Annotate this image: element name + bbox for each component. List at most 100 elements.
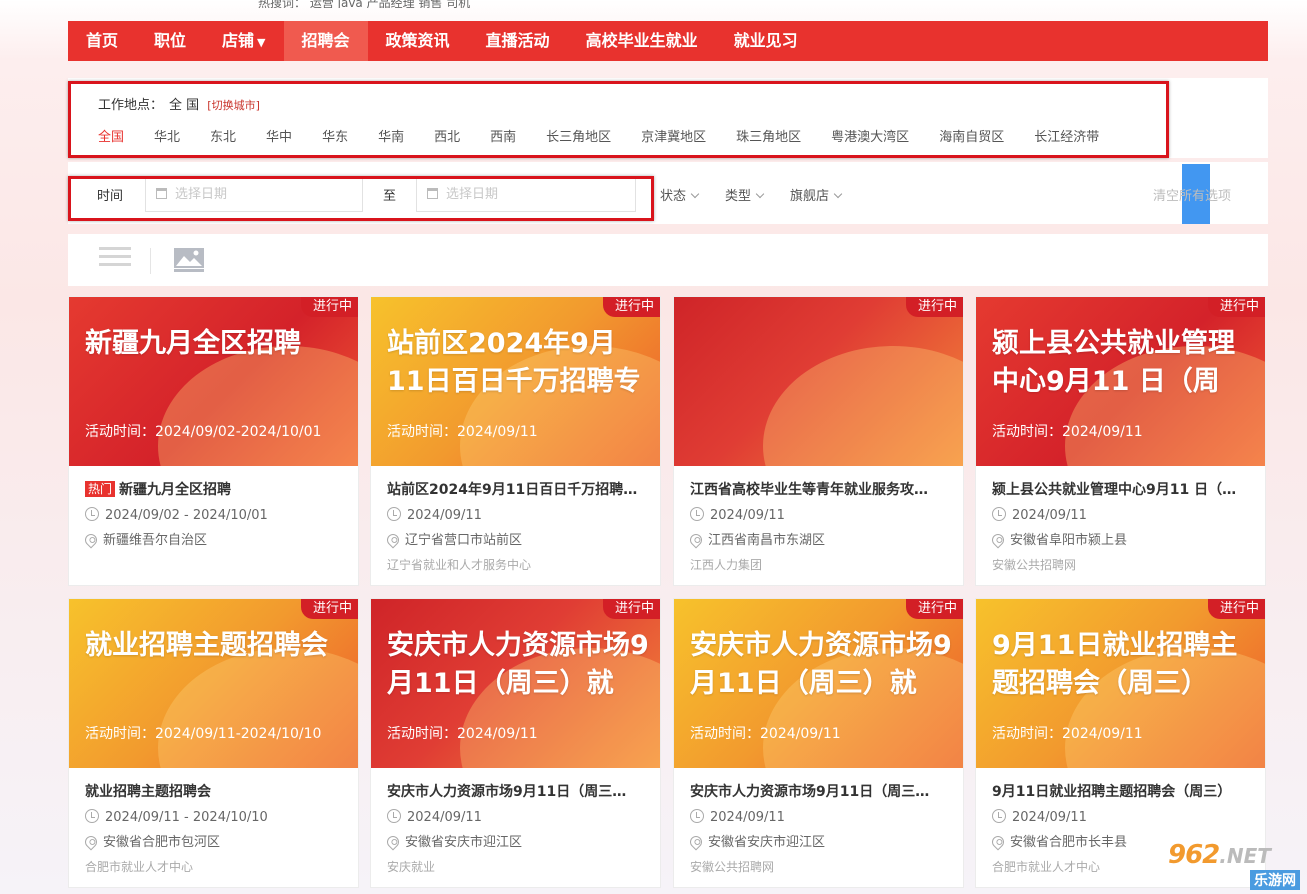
region-item[interactable]: 全国: [98, 126, 124, 145]
card-location-row: 安徽省安庆市迎江区: [687, 833, 947, 852]
region-item[interactable]: 华北: [154, 126, 180, 145]
region-item[interactable]: 华中: [266, 126, 292, 145]
image-view-icon[interactable]: [173, 247, 205, 273]
card-body: 江西省高校毕业生等青年就业服务攻… 2024/09/11 江西省南昌市东湖区 江西人力…: [674, 466, 963, 574]
banner-decoration: [158, 346, 358, 466]
job-fair-card[interactable]: 就业招聘主题招聘会 活动时间：2024/09/11-2024/10/10 进行中 就业…: [68, 598, 359, 888]
nav-item-4[interactable]: 政策资讯: [368, 21, 468, 61]
card-organizer: 安庆就业: [387, 860, 436, 874]
card-location-row: 安徽省阜阳市颍上县: [989, 531, 1249, 550]
region-item[interactable]: 京津冀地区: [641, 126, 706, 145]
region-item[interactable]: 长三角地区: [546, 126, 611, 145]
type-dropdown-label: 类型: [725, 189, 752, 204]
location-pin-icon: [989, 833, 1007, 851]
card-banner: 安庆市人力资源市场9月11日（周三）就 活动时间：2024/09/11 进行中: [674, 599, 963, 768]
calendar-icon: [156, 188, 167, 199]
card-location: 新疆维吾尔自治区: [103, 533, 208, 548]
card-banner: 9月11日就业招聘主题招聘会（周三） 活动时间：2024/09/11 进行中: [976, 599, 1265, 768]
region-item[interactable]: 东北: [210, 126, 236, 145]
region-item[interactable]: 西南: [490, 126, 516, 145]
card-title: 热门 新疆九月全区招聘: [85, 480, 342, 500]
nav-item-7[interactable]: 就业见习: [716, 21, 816, 61]
calendar-icon: [427, 188, 438, 199]
job-fair-card[interactable]: 进行中 江西省高校毕业生等青年就业服务攻… 2024/09/11 江西省南昌市东湖区江…: [673, 296, 964, 586]
caret-down-icon: ▼: [257, 36, 266, 49]
location-pin-icon: [384, 531, 402, 549]
start-date-input[interactable]: 选择日期: [145, 178, 363, 212]
nav-item-0[interactable]: 首页: [68, 21, 136, 61]
card-title-text: 9月11日就业招聘主题招聘会（周三）: [992, 784, 1232, 800]
clock-icon: [992, 809, 1006, 823]
job-fair-card[interactable]: 新疆九月全区招聘 活动时间：2024/09/02-2024/10/01 进行中 热门新…: [68, 296, 359, 586]
hot-tag: 热门: [85, 481, 116, 497]
watermark-number: 962: [1168, 840, 1220, 870]
region-item[interactable]: 华东: [322, 126, 348, 145]
banner-title: 颍上县公共就业管理中心9月11 日（周: [992, 328, 1235, 397]
card-location-row: 辽宁省营口市站前区: [384, 531, 644, 550]
job-fair-card[interactable]: 安庆市人力资源市场9月11日（周三）就 活动时间：2024/09/11 进行中 安庆市…: [673, 598, 964, 888]
card-location: 江西省南昌市东湖区: [708, 533, 826, 548]
nav-item-5[interactable]: 直播活动: [468, 21, 568, 61]
banner-time: 活动时间：2024/09/11: [387, 424, 538, 440]
card-banner: 安庆市人力资源市场9月11日（周三）就 活动时间：2024/09/11 进行中: [371, 599, 660, 768]
card-organizer: [85, 556, 342, 574]
banner-title: 站前区2024年9月11日百日千万招聘专项: [387, 328, 641, 397]
nav-item-1[interactable]: 职位: [136, 21, 204, 61]
end-date-placeholder: 选择日期: [446, 187, 499, 202]
location-pin-icon: [989, 531, 1007, 549]
location-value: 全 国: [169, 98, 200, 113]
card-body: 热门 新疆九月全区招聘 2024/09/02 - 2024/10/01 新疆维吾尔自治…: [69, 466, 358, 574]
nav-item-label: 招聘会: [301, 31, 350, 50]
location-label: 工作地点：: [98, 98, 164, 113]
card-title: 站前区2024年9月11日百日千万招聘…: [387, 480, 644, 500]
banner-time: 活动时间：2024/09/11: [992, 424, 1143, 440]
region-item[interactable]: 海南自贸区: [939, 126, 1004, 145]
card-banner: 进行中: [674, 297, 963, 466]
location-pin-icon: [82, 833, 100, 851]
location-pin-icon: [82, 531, 100, 549]
location-pin-icon: [384, 833, 402, 851]
card-location-row: 新疆维吾尔自治区: [82, 531, 342, 550]
type-dropdown[interactable]: 类型: [725, 185, 765, 204]
region-item[interactable]: 西北: [434, 126, 460, 145]
status-dropdown[interactable]: 状态: [660, 185, 700, 204]
end-date-input[interactable]: 选择日期: [416, 178, 636, 212]
store-dropdown-label: 旗舰店: [790, 189, 830, 204]
card-date: 2024/09/11: [1012, 508, 1087, 523]
card-location: 安徽省安庆市迎江区: [708, 835, 826, 850]
card-date-row: 2024/09/11: [387, 506, 644, 525]
nav-item-label: 就业见习: [733, 31, 798, 50]
card-date-row: 2024/09/11: [690, 808, 947, 827]
nav-item-2[interactable]: 店铺 ▼: [204, 21, 283, 61]
card-organizer: 安徽公共招聘网: [992, 558, 1077, 572]
card-title-text: 颍上县公共就业管理中心9月11 日（…: [992, 482, 1237, 498]
card-title-text: 新疆九月全区招聘: [119, 482, 232, 498]
banner-time: 活动时间：2024/09/02-2024/10/01: [85, 424, 322, 440]
status-badge: 进行中: [1207, 297, 1265, 317]
card-date-row: 2024/09/11: [690, 506, 947, 525]
nav-item-6[interactable]: 高校毕业生就业: [568, 21, 716, 61]
clear-all-button[interactable]: 清空所有选项: [1153, 185, 1231, 204]
list-view-icon[interactable]: [99, 247, 131, 273]
card-banner: 新疆九月全区招聘 活动时间：2024/09/02-2024/10/01 进行中: [69, 297, 358, 466]
region-item[interactable]: 粤港澳大湾区: [831, 126, 909, 145]
card-body: 就业招聘主题招聘会 2024/09/11 - 2024/10/10 安徽省合肥市包河…: [69, 768, 358, 876]
job-fair-card[interactable]: 站前区2024年9月11日百日千万招聘专项活动时间：2024/09/11 进行中站…: [370, 296, 661, 586]
watermark-sub: 乐游网: [1250, 870, 1300, 890]
nav-item-3[interactable]: 招聘会: [283, 21, 368, 61]
job-fair-card[interactable]: 颍上县公共就业管理中心9月11 日（周活动时间：2024/09/11 进行中颍上县…: [975, 296, 1266, 586]
switch-city-link[interactable]: [切换城市]: [207, 99, 260, 112]
card-title: 安庆市人力资源市场9月11日（周三…: [387, 782, 644, 802]
store-dropdown[interactable]: 旗舰店: [790, 185, 843, 204]
card-title: 9月11日就业招聘主题招聘会（周三）: [992, 782, 1249, 802]
region-item[interactable]: 长江经济带: [1034, 126, 1099, 145]
status-dropdown-label: 状态: [660, 189, 687, 204]
card-title-text: 就业招聘主题招聘会: [85, 784, 211, 800]
banner-decoration: [158, 648, 358, 768]
banner-decoration: [763, 346, 963, 466]
job-fair-card[interactable]: 安庆市人力资源市场9月11日（周三）就 活动时间：2024/09/11 进行中安庆市…: [370, 598, 661, 888]
location-filter-panel: 工作地点： 全 国 [切换城市] 全国 华北 东北 华中 华东 华南 西北 西南 长三角地区 京津冀…: [68, 78, 1268, 158]
region-item[interactable]: 华南: [378, 126, 404, 145]
region-item[interactable]: 珠三角地区: [736, 126, 801, 145]
start-date-placeholder: 选择日期: [175, 187, 228, 202]
